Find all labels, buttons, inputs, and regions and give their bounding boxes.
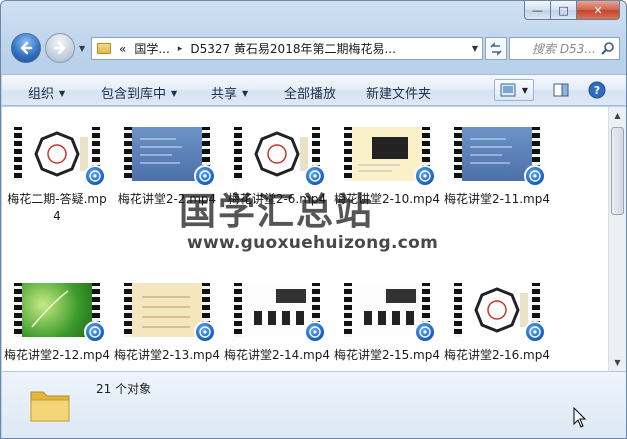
search-input[interactable]: 搜索 D53... [532,40,596,57]
recent-pages-dropdown[interactable]: ▼ [79,44,85,53]
help-button[interactable]: ? [586,79,608,101]
media-player-icon [524,321,546,343]
address-bar[interactable]: « 国学... ▸ D5327 黄石易2018年第二期梅花易... ▼ [91,37,483,60]
file-name: 梅花讲堂2-16.mp4 [444,348,550,362]
file-item[interactable]: 梅花讲堂2-11.mp4 [444,127,550,208]
breadcrumb-separator-icon[interactable]: ▸ [178,44,183,54]
new-folder-button[interactable]: 新建文件夹 [366,83,431,102]
film-strip [454,283,462,337]
refresh-icon [490,41,502,56]
organize-label: 组织 [28,87,55,102]
scroll-up-icon[interactable]: ▲ [609,107,626,124]
file-item[interactable]: 梅花讲堂2-12.mp4 [4,283,110,364]
watermark-title: 国学汇总站 [179,190,374,233]
media-player-icon [84,321,106,343]
file-item[interactable]: 梅花讲堂2-15.mp4 [334,283,440,364]
arrow-left-icon [20,41,33,55]
video-thumbnail [454,283,546,343]
folder-icon [97,43,111,54]
media-player-icon [304,321,326,343]
file-item[interactable]: 梅花讲堂2-13.mp4 [114,283,220,364]
chevron-down-icon: ▼ [242,89,249,98]
play-all-button[interactable]: 全部播放 [284,83,336,102]
mouse-cursor-icon [573,407,587,428]
watermark-url: www.guoxuehuizong.com [187,233,439,253]
close-button[interactable]: ✕ [577,1,620,20]
item-count: 21 个对象 [96,382,152,396]
file-item[interactable]: 梅花讲堂2-14.mp4 [224,283,330,364]
play-all-label: 全部播放 [284,87,337,102]
film-strip [124,127,132,181]
breadcrumb: « 国学... ▸ D5327 黄石易2018年第二期梅花易... [119,40,396,57]
film-strip [124,283,132,337]
breadcrumb-segment-1[interactable]: 国学... [134,40,169,57]
film-strip [234,127,242,181]
media-player-icon [524,165,546,187]
breadcrumb-overflow[interactable]: « [119,42,126,56]
film-strip [14,283,22,337]
preview-pane-icon [553,83,569,97]
film-strip [14,127,22,181]
file-name: 梅花讲堂2-12.mp4 [4,348,110,362]
include-in-library-button[interactable]: 包含到库中 ▼ [101,83,177,102]
view-thumbnails-icon [500,83,516,97]
navigation-row: ▼ « 国学... ▸ D5327 黄石易2018年第二期梅花易... ▼ 搜索… [9,31,620,65]
include-in-library-label: 包含到库中 [101,87,167,102]
video-thumbnail [14,127,106,187]
share-button[interactable]: 共享 ▼ [211,83,248,102]
share-label: 共享 [211,87,238,102]
chevron-down-icon: ▼ [521,85,529,95]
minimize-button[interactable]: — [524,1,551,20]
forward-button[interactable] [45,33,75,63]
address-dropdown-icon[interactable]: ▼ [472,44,478,53]
chevron-down-icon: ▼ [171,89,178,98]
preview-pane-button[interactable] [550,79,572,101]
refresh-button[interactable] [485,37,507,60]
film-strip [454,127,462,181]
help-icon: ? [588,81,606,99]
organize-button[interactable]: 组织 ▼ [28,83,65,102]
new-folder-label: 新建文件夹 [366,87,432,102]
media-player-icon [84,165,106,187]
video-thumbnail [234,283,326,343]
media-player-icon [414,165,436,187]
file-item[interactable]: 梅花讲堂2-16.mp4 [444,283,550,364]
video-thumbnail [14,283,106,343]
chevron-down-icon: ▼ [59,89,66,98]
vertical-scrollbar[interactable]: ▲ ▼ [608,107,626,371]
video-thumbnail [234,127,326,187]
file-name: 梅花讲堂2-13.mp4 [114,348,220,362]
change-view-button[interactable]: ▼ [494,79,534,101]
file-name: 梅花讲堂2-15.mp4 [334,348,440,362]
explorer-window: — □ ✕ ▼ « 国学... ▸ D5327 黄石易2018年第二期梅花易..… [0,0,627,439]
breadcrumb-segment-2[interactable]: D5327 黄石易2018年第二期梅花易... [190,40,396,57]
file-name: 梅花二期-答疑.mp4 [7,192,107,223]
media-player-icon [194,321,216,343]
search-box[interactable]: 搜索 D53... [509,37,620,60]
video-thumbnail [454,127,546,187]
caption-buttons: — □ ✕ [524,1,620,20]
svg-text:?: ? [594,84,600,97]
file-item[interactable]: 梅花二期-答疑.mp4 [4,127,110,225]
film-strip [234,283,242,337]
video-thumbnail [344,283,436,343]
video-thumbnail [124,283,216,343]
film-strip [344,127,352,181]
scroll-thumb[interactable] [611,127,624,215]
video-thumbnail [344,127,436,187]
back-button[interactable] [11,33,41,63]
video-thumbnail [124,127,216,187]
film-strip [344,283,352,337]
details-pane: 21 个对象 [2,371,626,438]
scroll-down-icon[interactable]: ▼ [609,354,626,371]
folder-icon [30,391,70,422]
file-name: 梅花讲堂2-11.mp4 [444,192,550,206]
maximize-button[interactable]: □ [551,1,577,20]
command-bar: 组织 ▼ 包含到库中 ▼ 共享 ▼ 全部播放 新建文件夹 ▼ ? [2,74,626,106]
search-icon[interactable] [601,41,615,55]
file-name: 梅花讲堂2-14.mp4 [224,348,330,362]
arrow-right-icon [53,41,66,55]
media-player-icon [414,321,436,343]
